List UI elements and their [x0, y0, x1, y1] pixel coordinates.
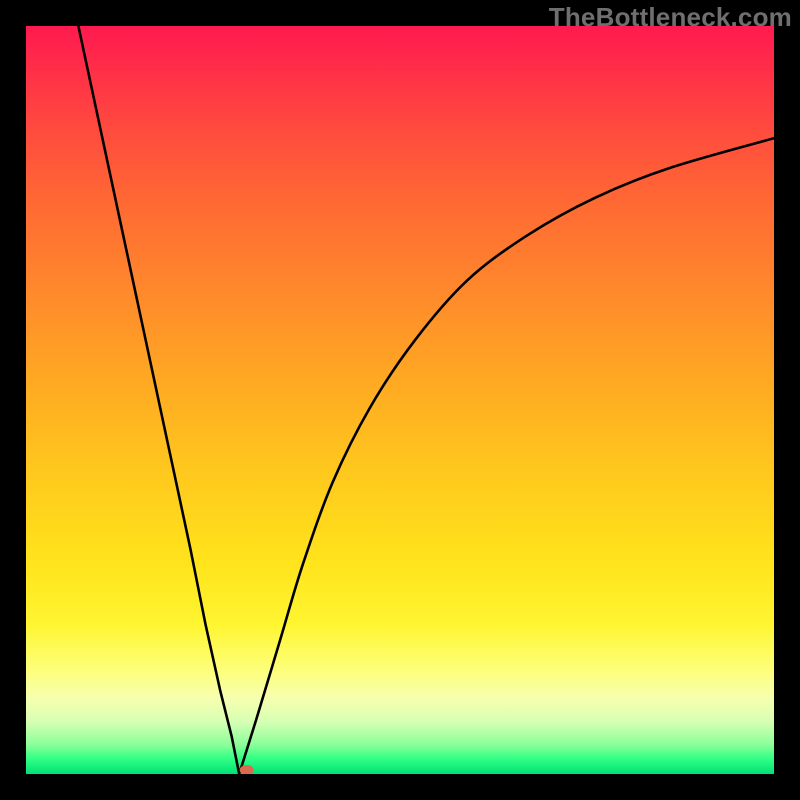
chart-frame: TheBottleneck.com: [0, 0, 800, 800]
bottleneck-curve: [26, 26, 774, 774]
plot-area: [26, 26, 774, 774]
curve-path: [78, 26, 774, 774]
